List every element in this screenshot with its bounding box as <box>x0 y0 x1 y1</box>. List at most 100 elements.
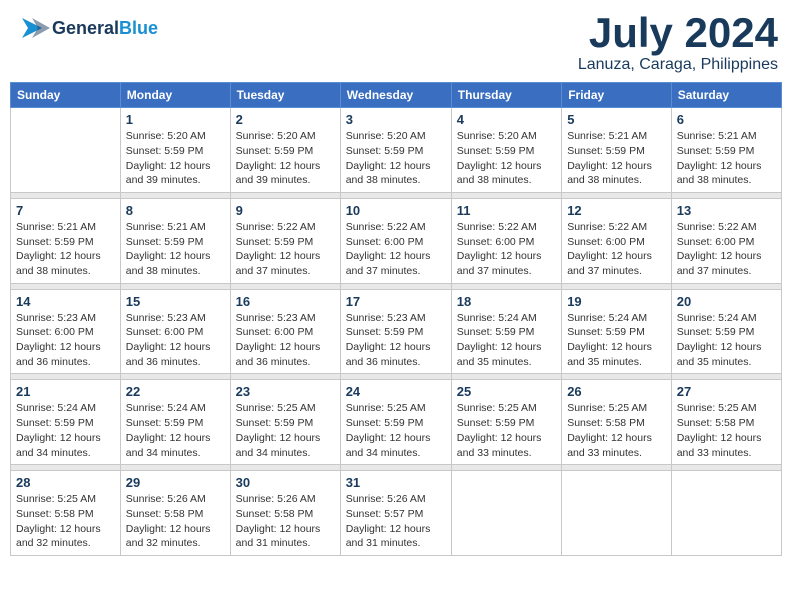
day-cell: 16 Sunrise: 5:23 AMSunset: 6:00 PMDayligh… <box>230 289 340 374</box>
day-number: 5 <box>567 112 666 127</box>
day-number: 23 <box>236 384 335 399</box>
week-row-2: 7 Sunrise: 5:21 AMSunset: 5:59 PMDaylight… <box>11 198 782 283</box>
header-saturday: Saturday <box>671 83 781 108</box>
day-number: 11 <box>457 203 556 218</box>
header-sunday: Sunday <box>11 83 121 108</box>
day-cell: 22 Sunrise: 5:24 AMSunset: 5:59 PMDayligh… <box>120 380 230 465</box>
day-cell: 13 Sunrise: 5:22 AMSunset: 6:00 PMDayligh… <box>671 198 781 283</box>
day-cell: 20Sunrise: 5:24 AMSunset: 5:59 PMDayligh… <box>671 289 781 374</box>
week-row-4: 21 Sunrise: 5:24 AMSunset: 5:59 PMDayligh… <box>11 380 782 465</box>
day-info: Sunrise: 5:25 AMSunset: 5:58 PMDaylight:… <box>677 401 776 460</box>
day-number: 12 <box>567 203 666 218</box>
location-title: Lanuza, Caraga, Philippines <box>578 56 778 74</box>
day-info: Sunrise: 5:23 AMSunset: 6:00 PMDaylight:… <box>236 311 335 370</box>
day-cell: 10 Sunrise: 5:22 AMSunset: 6:00 PMDayligh… <box>340 198 451 283</box>
day-cell: 5 Sunrise: 5:21 AMSunset: 5:59 PMDaylight… <box>562 108 672 193</box>
week-row-1: 1 Sunrise: 5:20 AMSunset: 5:59 PMDaylight… <box>11 108 782 193</box>
day-number: 19 <box>567 294 666 309</box>
day-number: 18 <box>457 294 556 309</box>
day-cell: 18Sunrise: 5:24 AMSunset: 5:59 PMDayligh… <box>451 289 561 374</box>
day-cell: 11 Sunrise: 5:22 AMSunset: 6:00 PMDayligh… <box>451 198 561 283</box>
day-number: 29 <box>126 475 225 490</box>
day-cell: 7 Sunrise: 5:21 AMSunset: 5:59 PMDaylight… <box>11 198 121 283</box>
day-cell: 21 Sunrise: 5:24 AMSunset: 5:59 PMDayligh… <box>11 380 121 465</box>
day-info: Sunrise: 5:20 AMSunset: 5:59 PMDaylight:… <box>126 129 225 188</box>
day-number: 13 <box>677 203 776 218</box>
day-cell: 3 Sunrise: 5:20 AMSunset: 5:59 PMDaylight… <box>340 108 451 193</box>
day-info: Sunrise: 5:25 AMSunset: 5:58 PMDaylight:… <box>567 401 666 460</box>
day-number: 3 <box>346 112 446 127</box>
day-info: Sunrise: 5:22 AMSunset: 6:00 PMDaylight:… <box>457 220 556 279</box>
header-friday: Friday <box>562 83 672 108</box>
day-info: Sunrise: 5:22 AMSunset: 6:00 PMDaylight:… <box>346 220 446 279</box>
day-cell: 26Sunrise: 5:25 AMSunset: 5:58 PMDayligh… <box>562 380 672 465</box>
day-info: Sunrise: 5:24 AMSunset: 5:59 PMDaylight:… <box>567 311 666 370</box>
day-number: 15 <box>126 294 225 309</box>
day-info: Sunrise: 5:22 AMSunset: 5:59 PMDaylight:… <box>236 220 335 279</box>
logo-general-text: General <box>52 18 119 38</box>
day-number: 22 <box>126 384 225 399</box>
day-cell: 23 Sunrise: 5:25 AMSunset: 5:59 PMDayligh… <box>230 380 340 465</box>
day-info: Sunrise: 5:26 AMSunset: 5:58 PMDaylight:… <box>126 492 225 551</box>
logo: GeneralBlue <box>14 10 158 46</box>
month-title: July 2024 <box>578 10 778 56</box>
day-cell: 4 Sunrise: 5:20 AMSunset: 5:59 PMDaylight… <box>451 108 561 193</box>
day-cell: 29 Sunrise: 5:26 AMSunset: 5:58 PMDayligh… <box>120 471 230 556</box>
day-cell: 15 Sunrise: 5:23 AMSunset: 6:00 PMDayligh… <box>120 289 230 374</box>
day-cell: 9 Sunrise: 5:22 AMSunset: 5:59 PMDaylight… <box>230 198 340 283</box>
day-cell: 31 Sunrise: 5:26 AMSunset: 5:57 PMDayligh… <box>340 471 451 556</box>
page-header: GeneralBlue July 2024 Lanuza, Caraga, Ph… <box>10 10 782 74</box>
day-cell: 8Sunrise: 5:21 AMSunset: 5:59 PMDaylight… <box>120 198 230 283</box>
header-thursday: Thursday <box>451 83 561 108</box>
day-cell: 28 Sunrise: 5:25 AMSunset: 5:58 PMDayligh… <box>11 471 121 556</box>
day-info: Sunrise: 5:24 AMSunset: 5:59 PMDaylight:… <box>126 401 225 460</box>
day-info: Sunrise: 5:24 AMSunset: 5:59 PMDaylight:… <box>16 401 115 460</box>
day-cell: 25 Sunrise: 5:25 AMSunset: 5:59 PMDayligh… <box>451 380 561 465</box>
week-row-5: 28 Sunrise: 5:25 AMSunset: 5:58 PMDayligh… <box>11 471 782 556</box>
day-info: Sunrise: 5:22 AMSunset: 6:00 PMDaylight:… <box>677 220 776 279</box>
day-number: 10 <box>346 203 446 218</box>
day-number: 21 <box>16 384 115 399</box>
day-info: Sunrise: 5:21 AMSunset: 5:59 PMDaylight:… <box>567 129 666 188</box>
logo-icon <box>14 10 50 46</box>
day-number: 14 <box>16 294 115 309</box>
day-info: Sunrise: 5:21 AMSunset: 5:59 PMDaylight:… <box>126 220 225 279</box>
day-cell: 17 Sunrise: 5:23 AMSunset: 5:59 PMDayligh… <box>340 289 451 374</box>
day-cell <box>11 108 121 193</box>
day-cell: 2Sunrise: 5:20 AMSunset: 5:59 PMDaylight… <box>230 108 340 193</box>
day-number: 4 <box>457 112 556 127</box>
day-cell <box>562 471 672 556</box>
day-number: 28 <box>16 475 115 490</box>
day-info: Sunrise: 5:25 AMSunset: 5:59 PMDaylight:… <box>236 401 335 460</box>
day-cell: 27Sunrise: 5:25 AMSunset: 5:58 PMDayligh… <box>671 380 781 465</box>
day-info: Sunrise: 5:26 AMSunset: 5:58 PMDaylight:… <box>236 492 335 551</box>
header-tuesday: Tuesday <box>230 83 340 108</box>
day-number: 7 <box>16 203 115 218</box>
day-number: 17 <box>346 294 446 309</box>
calendar-header-row: SundayMondayTuesdayWednesdayThursdayFrid… <box>11 83 782 108</box>
day-number: 25 <box>457 384 556 399</box>
day-cell <box>451 471 561 556</box>
day-number: 9 <box>236 203 335 218</box>
logo-blue-text: Blue <box>119 18 158 38</box>
day-info: Sunrise: 5:26 AMSunset: 5:57 PMDaylight:… <box>346 492 446 551</box>
day-cell: 14Sunrise: 5:23 AMSunset: 6:00 PMDayligh… <box>11 289 121 374</box>
title-block: July 2024 Lanuza, Caraga, Philippines <box>578 10 778 74</box>
day-number: 2 <box>236 112 335 127</box>
day-info: Sunrise: 5:23 AMSunset: 6:00 PMDaylight:… <box>126 311 225 370</box>
week-row-3: 14 Sunrise: 5:23 AMSunset: 6:00 PMDayligh… <box>11 289 782 374</box>
day-number: 16 <box>236 294 335 309</box>
day-info: Sunrise: 5:25 AMSunset: 5:59 PMDaylight:… <box>346 401 446 460</box>
header-wednesday: Wednesday <box>340 83 451 108</box>
day-info: Sunrise: 5:25 AMSunset: 5:58 PMDaylight:… <box>16 492 115 551</box>
day-info: Sunrise: 5:25 AMSunset: 5:59 PMDaylight:… <box>457 401 556 460</box>
day-info: Sunrise: 5:21 AMSunset: 5:59 PMDaylight:… <box>16 220 115 279</box>
day-number: 31 <box>346 475 446 490</box>
day-info: Sunrise: 5:20 AMSunset: 5:59 PMDaylight:… <box>346 129 446 188</box>
day-cell <box>671 471 781 556</box>
day-info: Sunrise: 5:23 AMSunset: 5:59 PMDaylight:… <box>346 311 446 370</box>
day-cell: 12Sunrise: 5:22 AMSunset: 6:00 PMDayligh… <box>562 198 672 283</box>
day-number: 1 <box>126 112 225 127</box>
day-info: Sunrise: 5:20 AMSunset: 5:59 PMDaylight:… <box>457 129 556 188</box>
day-info: Sunrise: 5:24 AMSunset: 5:59 PMDaylight:… <box>677 311 776 370</box>
